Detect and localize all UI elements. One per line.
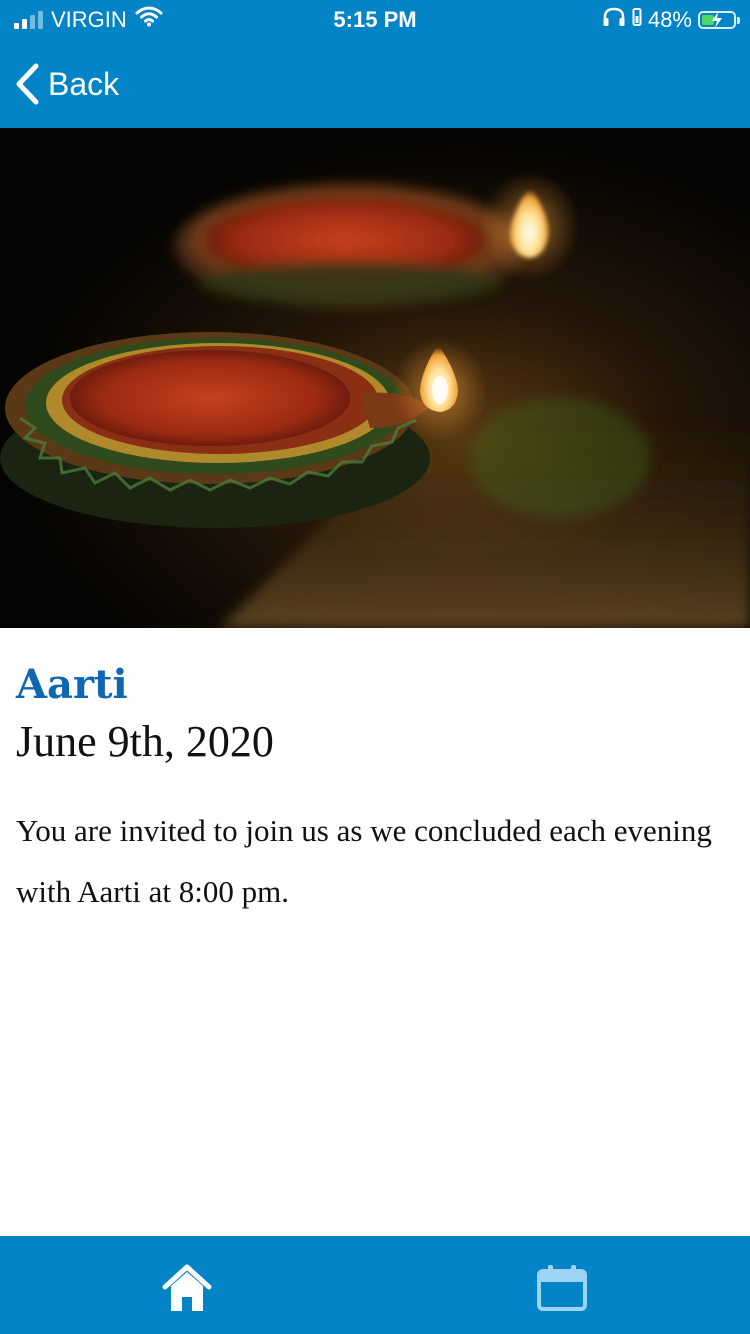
- battery-percent: 48%: [647, 7, 692, 32]
- back-label: Back: [48, 65, 120, 102]
- device-battery-icon: [632, 0, 642, 40]
- diya-lamps-image: [0, 128, 750, 628]
- bottom-tab-bar: [0, 1236, 750, 1334]
- headphones-icon: [602, 0, 626, 40]
- event-detail-screen: VIRGIN 5:15 PM 48% Back Aarti June 9th, …: [0, 0, 750, 1334]
- event-content: Aarti June 9th, 2020 You are invited to …: [16, 628, 734, 922]
- event-title: Aarti: [16, 661, 128, 708]
- event-description: You are invited to join us as we conclud…: [16, 813, 712, 909]
- top-navigation-bar: VIRGIN 5:15 PM 48% Back: [0, 0, 750, 128]
- charging-bolt-icon: [712, 12, 722, 28]
- status-bar: VIRGIN 5:15 PM 48%: [0, 0, 750, 40]
- battery-tip: [737, 17, 740, 24]
- battery-icon: [698, 11, 740, 29]
- chevron-left-icon: [16, 63, 39, 105]
- tab-calendar[interactable]: [532, 1258, 592, 1318]
- tab-home[interactable]: [157, 1258, 217, 1318]
- back-button[interactable]: Back: [14, 60, 119, 108]
- status-right: 48%: [602, 0, 740, 40]
- event-date: June 9th, 2020: [16, 717, 274, 766]
- calendar-icon: [537, 1265, 587, 1311]
- home-icon: [162, 1264, 212, 1311]
